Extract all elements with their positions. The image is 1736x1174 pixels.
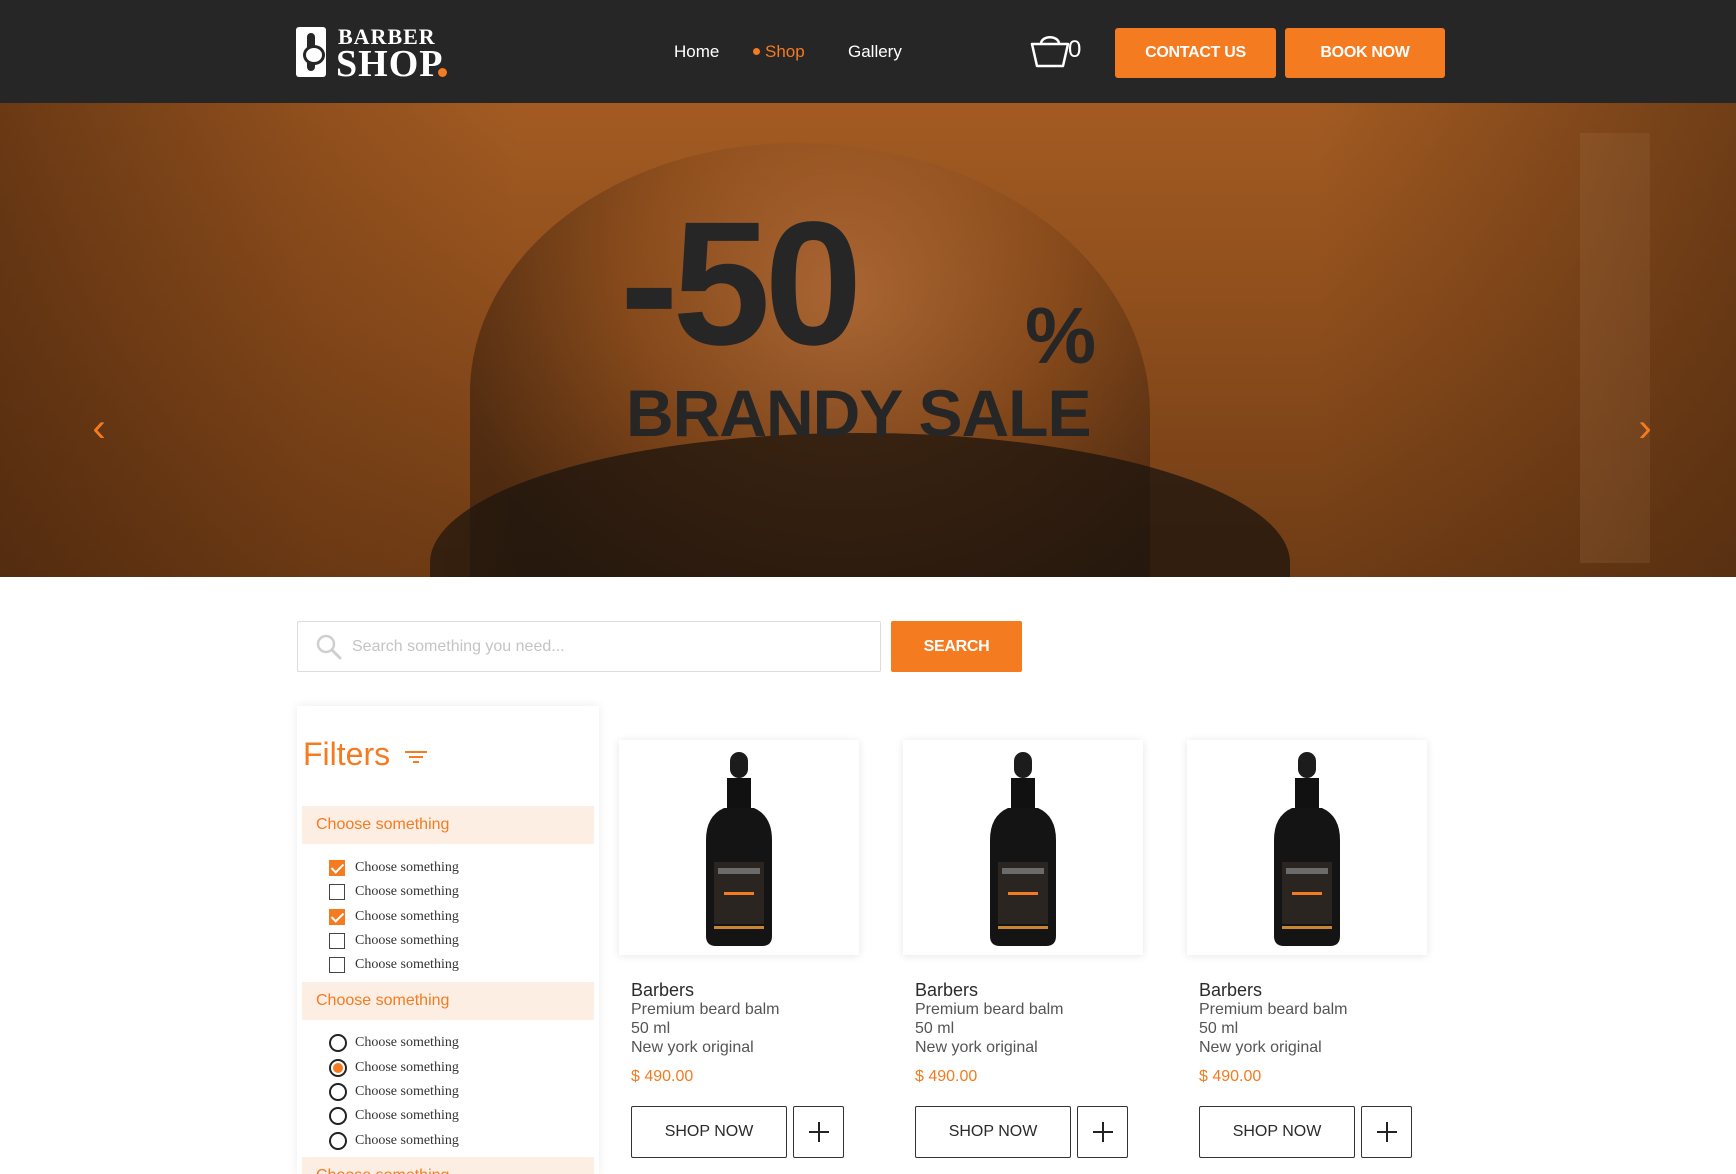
product-price: $ 490.00 [1199, 1068, 1262, 1085]
add-to-cart-plus-icon[interactable] [1361, 1106, 1412, 1158]
filters-title: Filters [303, 736, 391, 772]
active-nav-indicator [753, 48, 760, 55]
option-label: Choose something [355, 1133, 459, 1148]
product-image[interactable] [903, 740, 1143, 955]
option-label: Choose something [355, 1035, 459, 1050]
top-navigation-bar: BARBER SHOP Home Shop Gallery 0 CONTACT … [0, 0, 1736, 103]
option-label: Choose something [355, 1084, 459, 1099]
cart-count: 0 [1068, 36, 1082, 63]
add-to-cart-plus-icon[interactable] [793, 1106, 844, 1158]
product-origin: New york original [1199, 1039, 1322, 1056]
filter-group-header[interactable]: Choose something [302, 806, 594, 844]
option-label: Choose something [355, 860, 459, 875]
option-label: Choose something [355, 957, 459, 972]
logo-dot [438, 68, 447, 77]
search-input[interactable] [352, 622, 872, 671]
hero-vignette-right [1316, 103, 1736, 577]
product-origin: New york original [631, 1039, 754, 1056]
hero-vignette-left [0, 103, 520, 577]
add-to-cart-plus-icon[interactable] [1077, 1106, 1128, 1158]
checkbox-checked[interactable] [329, 909, 345, 925]
razor-blade-icon [296, 27, 326, 77]
shop-now-button[interactable]: SHOP NOW [915, 1106, 1071, 1158]
shop-now-button[interactable]: SHOP NOW [1199, 1106, 1355, 1158]
radio-button[interactable] [329, 1034, 347, 1052]
dropper-bottle-image [1274, 752, 1340, 946]
nav-link-home[interactable]: Home [674, 42, 719, 62]
product-brand: Barbers [631, 980, 695, 1000]
radio-button[interactable] [329, 1107, 347, 1125]
dropper-bottle-image [706, 752, 772, 946]
hero-headline: BRANDY SALE [626, 376, 1092, 450]
option-label: Choose something [355, 884, 459, 899]
product-image[interactable] [619, 740, 859, 955]
option-label: Choose something [355, 909, 459, 924]
contact-us-button[interactable]: CONTACT US [1115, 28, 1276, 78]
product-size: 50 ml [915, 1020, 955, 1037]
nav-link-gallery[interactable]: Gallery [848, 42, 902, 62]
filters-panel: Filters Choose something Choose somethin… [297, 706, 599, 1174]
checkbox[interactable] [329, 884, 345, 900]
product-image[interactable] [1187, 740, 1427, 955]
product-size: 50 ml [631, 1020, 671, 1037]
search-icon [316, 634, 342, 660]
search-field[interactable] [297, 621, 881, 672]
product-name: Premium beard balm [915, 1001, 1064, 1018]
checkbox[interactable] [329, 957, 345, 973]
product-brand: Barbers [915, 980, 979, 1000]
shop-now-button[interactable]: SHOP NOW [631, 1106, 787, 1158]
chevron-left-icon[interactable]: ‹ [84, 408, 114, 448]
product-name: Premium beard balm [631, 1001, 780, 1018]
basket-icon[interactable] [1030, 34, 1070, 68]
hero-banner: ‹ › [0, 103, 1736, 577]
product-name: Premium beard balm [1199, 1001, 1348, 1018]
product-brand: Barbers [1199, 980, 1263, 1000]
nav-link-shop[interactable]: Shop [765, 42, 805, 62]
product-origin: New york original [915, 1039, 1038, 1056]
book-now-button[interactable]: BOOK NOW [1285, 28, 1445, 78]
filter-group-header[interactable]: Choose something [302, 1157, 594, 1174]
checkbox-checked[interactable] [329, 860, 345, 876]
chevron-right-icon[interactable]: › [1630, 408, 1660, 448]
option-label: Choose something [355, 933, 459, 948]
radio-button-selected[interactable] [329, 1059, 347, 1077]
filter-group-header[interactable]: Choose something [302, 982, 594, 1020]
product-price: $ 490.00 [631, 1068, 694, 1085]
radio-button[interactable] [329, 1083, 347, 1101]
option-label: Choose something [355, 1060, 459, 1075]
product-price: $ 490.00 [915, 1068, 978, 1085]
hero-percent-sign: % [1025, 291, 1097, 380]
sort-filter-icon[interactable] [405, 750, 427, 764]
option-label: Choose something [355, 1108, 459, 1123]
checkbox[interactable] [329, 933, 345, 949]
product-size: 50 ml [1199, 1020, 1239, 1037]
hero-discount: -50 [620, 186, 862, 382]
radio-button[interactable] [329, 1132, 347, 1150]
search-button[interactable]: SEARCH [891, 621, 1022, 672]
barber-shop-logo[interactable]: BARBER SHOP [296, 24, 456, 85]
logo-text-shop: SHOP [336, 43, 444, 85]
dropper-bottle-image [990, 752, 1056, 946]
